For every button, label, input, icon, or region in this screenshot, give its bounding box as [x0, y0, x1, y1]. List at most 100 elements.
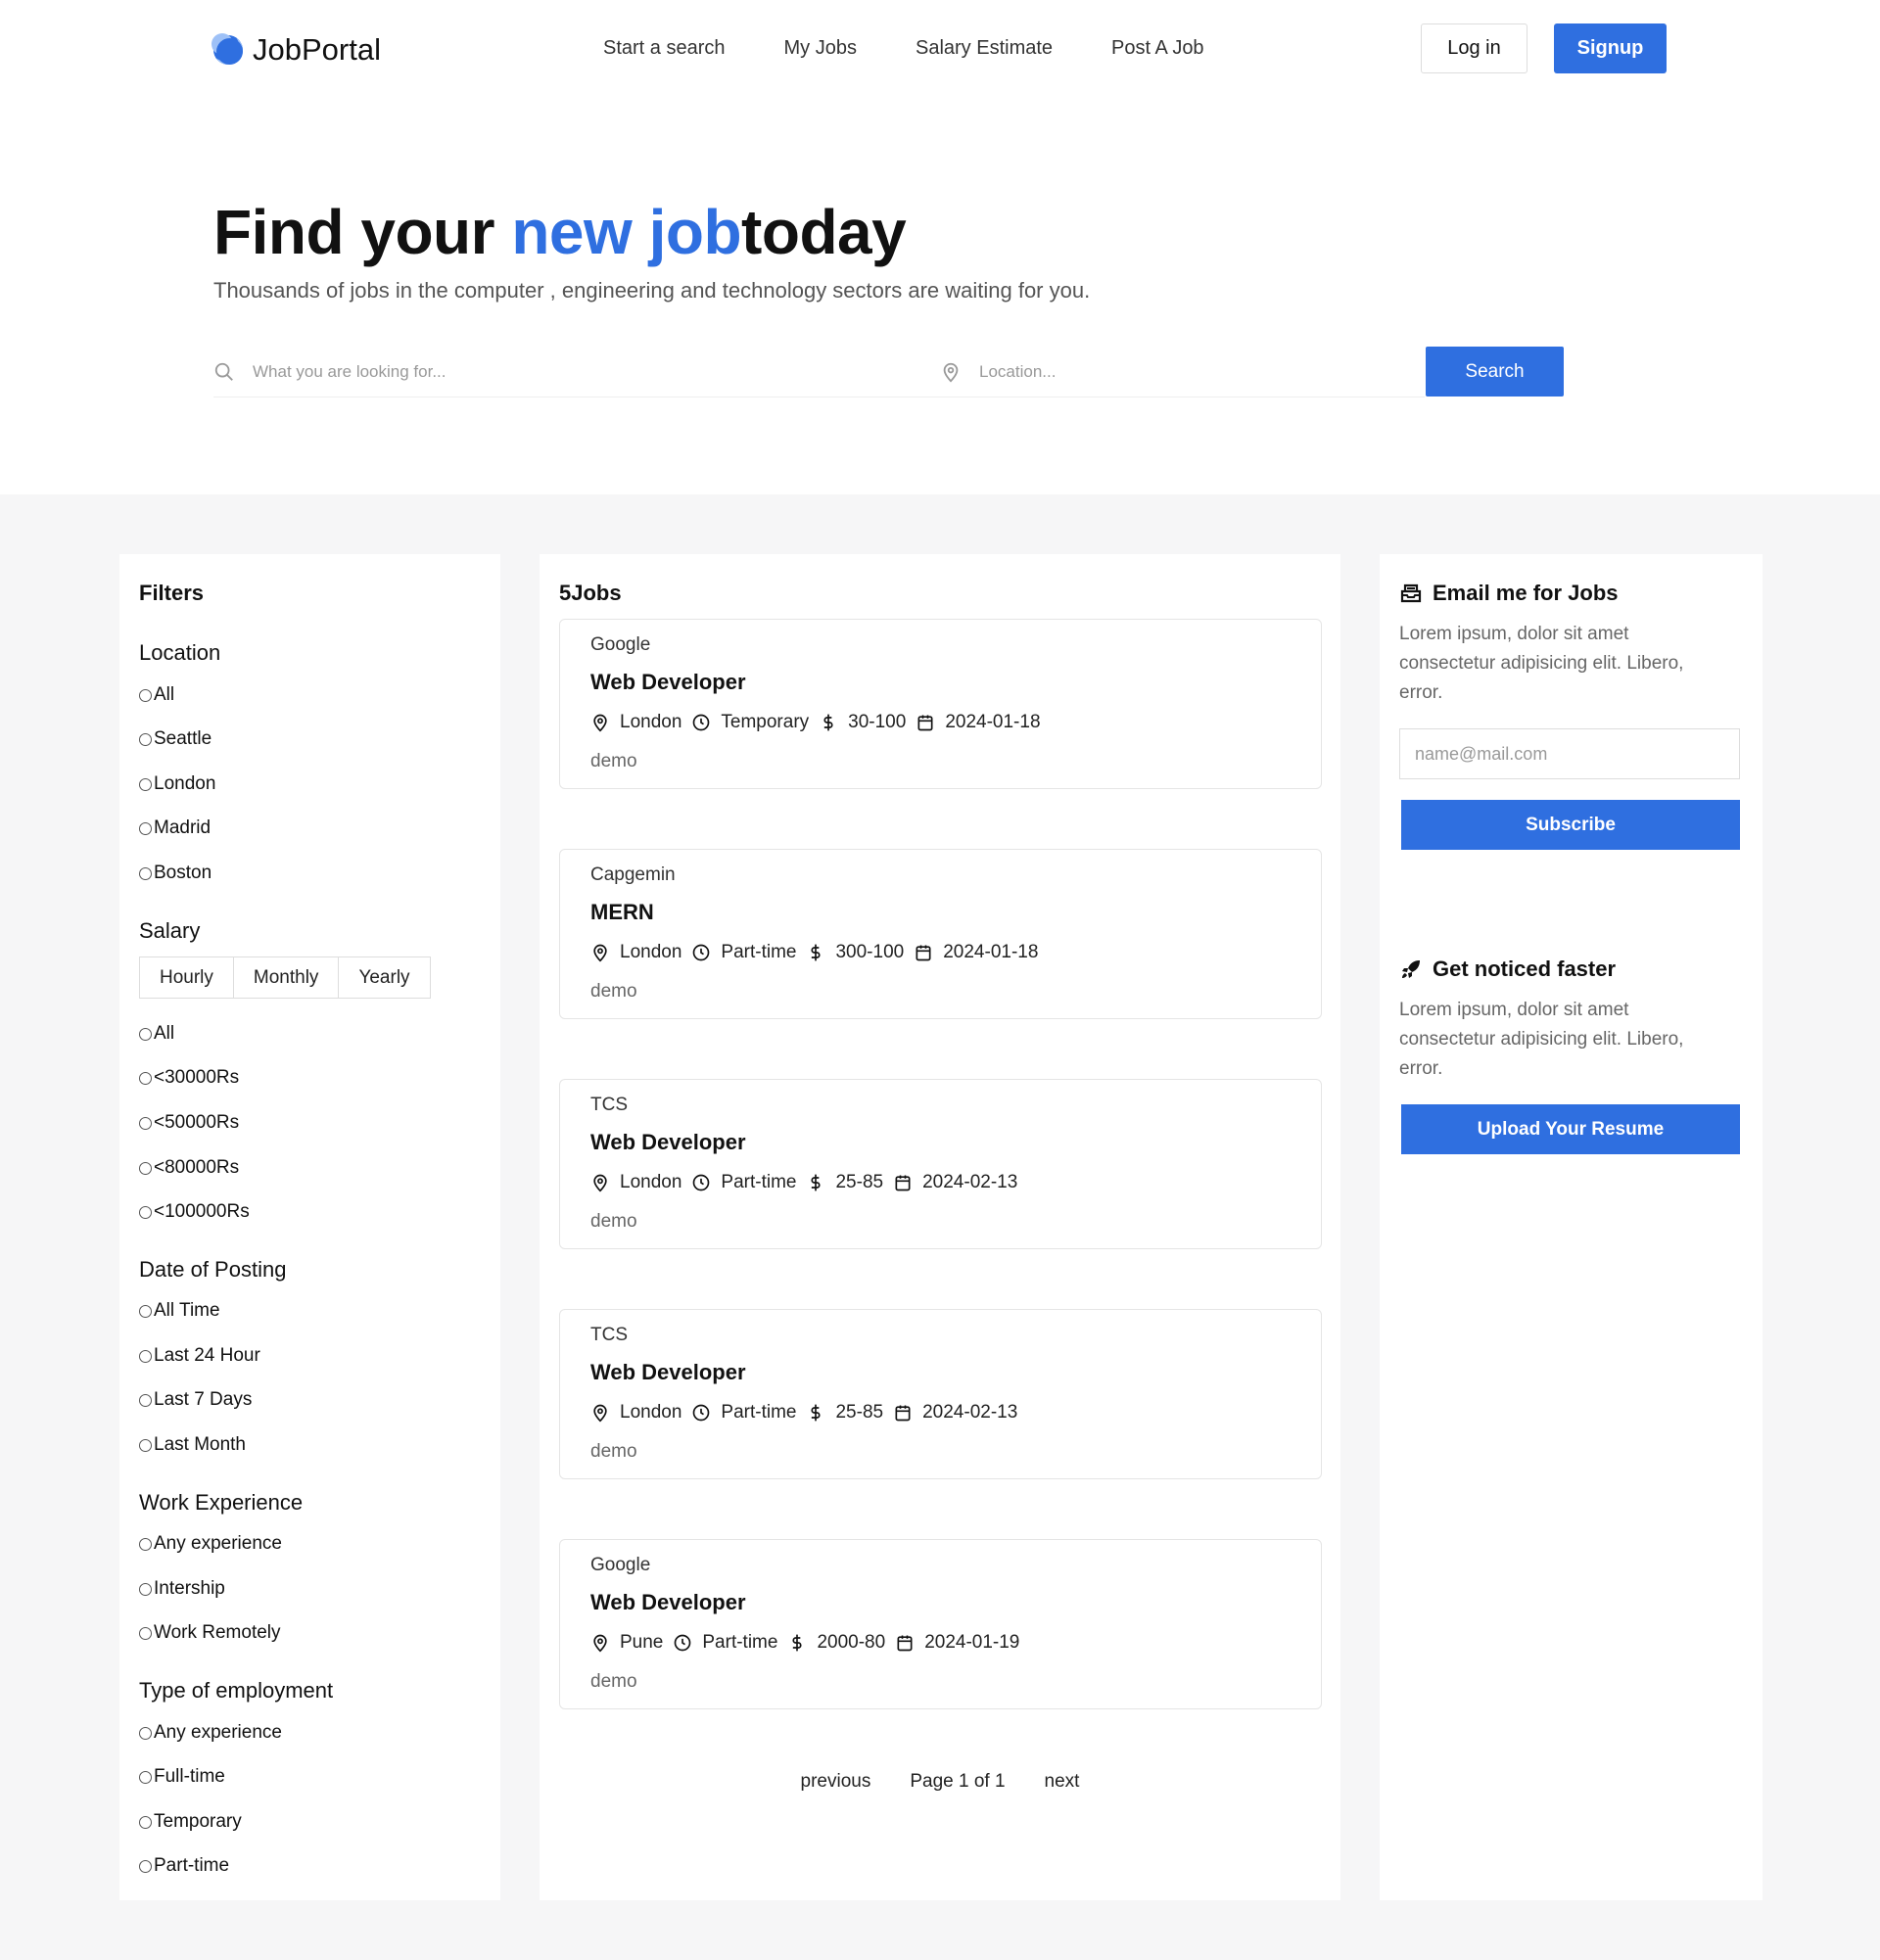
- radio-icon: [139, 1393, 152, 1407]
- job-date: 2024-01-19: [924, 1632, 1020, 1653]
- dollar-icon: [823, 714, 833, 731]
- option-label: <100000Rs: [154, 1201, 250, 1222]
- location-pin-icon: [593, 714, 607, 732]
- clock-icon: [693, 944, 710, 961]
- filter-date-option[interactable]: Last 7 Days: [139, 1389, 252, 1411]
- job-card[interactable]: TCS Web Developer London Part-time 25-85 2024…: [559, 1079, 1322, 1249]
- upload-resume-button[interactable]: Upload Your Resume: [1401, 1104, 1740, 1154]
- filter-salary-option[interactable]: <80000Rs: [139, 1157, 239, 1179]
- filter-experience-option[interactable]: Work Remotely: [139, 1622, 281, 1644]
- job-title[interactable]: Web Developer: [590, 1360, 746, 1385]
- radio-icon: [139, 1626, 152, 1640]
- job-title[interactable]: Web Developer: [590, 1130, 746, 1155]
- filter-salary-option[interactable]: <50000Rs: [139, 1112, 239, 1134]
- job-title[interactable]: Web Developer: [590, 670, 746, 695]
- filter-location-option[interactable]: Madrid: [139, 817, 211, 839]
- tab-monthly[interactable]: Monthly: [234, 957, 340, 998]
- filter-salary-option[interactable]: <30000Rs: [139, 1067, 239, 1089]
- logo-icon: [212, 33, 243, 65]
- job-location: London: [620, 1402, 682, 1423]
- previous-link[interactable]: previous: [801, 1771, 871, 1793]
- job-card[interactable]: Google Web Developer London Temporary 30-100…: [559, 619, 1322, 789]
- job-meta: London Part-time 25-85 2024-02-13: [590, 1402, 1027, 1423]
- signup-button[interactable]: Signup: [1554, 23, 1667, 73]
- job-description: demo: [590, 1671, 637, 1692]
- search-button[interactable]: Search: [1426, 347, 1564, 397]
- option-label: Temporary: [154, 1811, 242, 1832]
- location-pin-icon: [593, 944, 607, 962]
- option-label: <50000Rs: [154, 1112, 240, 1133]
- clock-icon: [693, 714, 710, 731]
- filter-salary-option[interactable]: All: [139, 1023, 174, 1045]
- job-type: Temporary: [721, 712, 810, 732]
- option-label: Boston: [154, 863, 212, 883]
- calendar-icon: [897, 1635, 913, 1652]
- filter-location-option[interactable]: London: [139, 773, 215, 795]
- filter-salary-option[interactable]: <100000Rs: [139, 1201, 250, 1223]
- menu-my-jobs[interactable]: My Jobs: [784, 37, 857, 60]
- search-input[interactable]: [253, 361, 907, 382]
- radio-icon: [139, 1770, 152, 1784]
- radio-icon: [139, 1161, 152, 1175]
- filter-employment-option[interactable]: Any experience: [139, 1722, 282, 1744]
- location-field: [940, 347, 1425, 397]
- job-salary: 25-85: [835, 1402, 884, 1423]
- radio-icon: [139, 1116, 152, 1130]
- logo-text: JobPortal: [253, 32, 381, 67]
- filter-date-option[interactable]: Last 24 Hour: [139, 1345, 260, 1367]
- option-label: <30000Rs: [154, 1067, 240, 1088]
- filter-employment-option[interactable]: Part-time: [139, 1855, 229, 1877]
- calendar-icon: [895, 1405, 911, 1422]
- job-company: TCS: [590, 1325, 628, 1345]
- option-label: <80000Rs: [154, 1157, 240, 1178]
- job-type: Part-time: [721, 942, 797, 962]
- location-pin-icon: [593, 1404, 607, 1423]
- filter-date-option[interactable]: All Time: [139, 1300, 220, 1322]
- job-meta: London Part-time 300-100 2024-01-18: [590, 942, 1048, 963]
- filter-date-option[interactable]: Last Month: [139, 1434, 246, 1456]
- clock-icon: [675, 1634, 691, 1652]
- filter-experience-option[interactable]: Intership: [139, 1578, 225, 1600]
- filter-experience-option[interactable]: Any experience: [139, 1533, 282, 1555]
- location-pin-icon: [593, 1634, 607, 1653]
- email-jobs-title: Email me for Jobs: [1433, 581, 1619, 605]
- job-company: Capgemin: [590, 864, 676, 885]
- option-label: All: [154, 684, 175, 705]
- job-card[interactable]: Capgemin MERN London Part-time 300-100 2024-0…: [559, 849, 1322, 1019]
- hero-title-highlight: new job: [511, 197, 742, 267]
- job-location: Pune: [620, 1632, 664, 1653]
- next-link[interactable]: next: [1045, 1771, 1080, 1793]
- option-label: Intership: [154, 1578, 225, 1599]
- email-input[interactable]: [1399, 728, 1740, 779]
- menu-salary-estimate[interactable]: Salary Estimate: [916, 37, 1053, 60]
- job-title[interactable]: MERN: [590, 900, 654, 925]
- job-description: demo: [590, 1211, 637, 1232]
- logo[interactable]: JobPortal: [212, 32, 381, 68]
- job-card[interactable]: TCS Web Developer London Part-time 25-85 2024…: [559, 1309, 1322, 1479]
- tab-hourly[interactable]: Hourly: [140, 957, 234, 998]
- top-section: JobPortal Start a search My Jobs Salary …: [0, 0, 1880, 494]
- filter-location-option[interactable]: Boston: [139, 863, 212, 884]
- subscribe-button[interactable]: Subscribe: [1401, 800, 1740, 850]
- tab-yearly[interactable]: Yearly: [339, 957, 429, 998]
- job-meta: London Temporary 30-100 2024-01-18: [590, 712, 1051, 733]
- filter-employment-option[interactable]: Full-time: [139, 1766, 225, 1788]
- location-pin-icon: [943, 362, 959, 382]
- filter-employment-option[interactable]: Temporary: [139, 1811, 242, 1833]
- rocket-icon: [1402, 960, 1420, 978]
- filter-location-option[interactable]: Seattle: [139, 728, 212, 750]
- location-input[interactable]: [979, 361, 1416, 382]
- filter-location-option[interactable]: All: [139, 684, 174, 706]
- menu-post-job[interactable]: Post A Job: [1111, 37, 1204, 60]
- hero-title-part2: today: [741, 197, 907, 267]
- login-button[interactable]: Log in: [1421, 23, 1528, 73]
- job-title[interactable]: Web Developer: [590, 1590, 746, 1615]
- search-bar: Search: [213, 347, 1564, 397]
- job-card[interactable]: Google Web Developer Pune Part-time 2000-80 2…: [559, 1539, 1322, 1709]
- menu-start-search[interactable]: Start a search: [603, 37, 726, 60]
- noticed-heading: Get noticed faster: [1399, 957, 1616, 982]
- option-label: London: [154, 773, 216, 794]
- clock-icon: [693, 1404, 710, 1422]
- job-location: London: [620, 712, 682, 732]
- job-salary: 300-100: [835, 942, 905, 962]
